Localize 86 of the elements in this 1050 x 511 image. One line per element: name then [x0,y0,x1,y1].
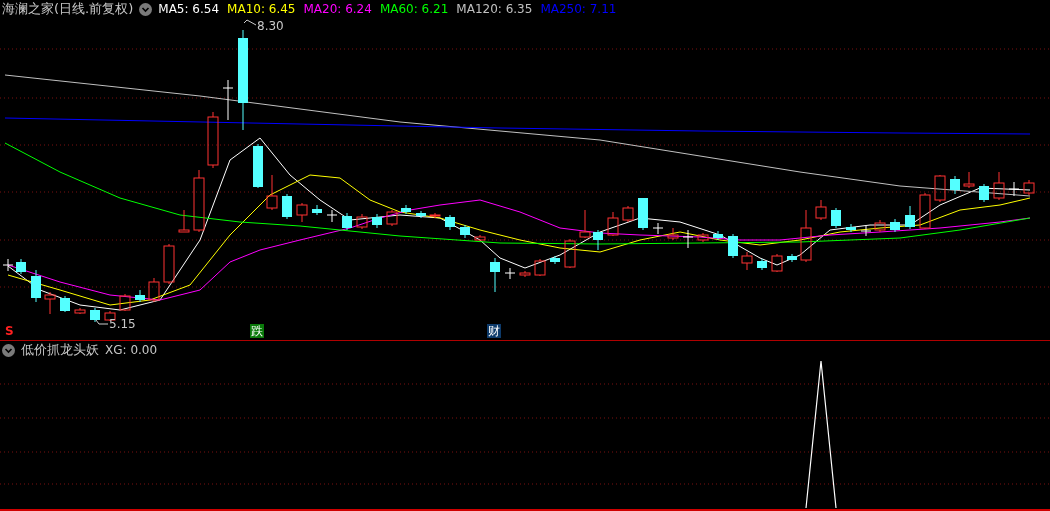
candlestick [697,232,709,243]
moving-average-value: MA20: 6.24 [303,2,372,16]
candlestick [800,209,812,263]
chart-title: 海澜之家(日线.前复权) [2,0,134,18]
leader-line [243,19,257,26]
candlestick [207,111,219,169]
high-price-label: 8.30 [257,19,284,33]
indicator-value: XG: 0.00 [105,343,158,357]
candlestick [846,223,856,233]
candlestick [31,269,41,303]
candlestick [326,209,338,223]
candlestick [979,183,989,203]
candlestick [253,143,263,189]
candlestick [135,289,145,303]
candlestick [787,253,797,263]
indicator-title: 低价抓龙头妖 [21,341,99,359]
candlestick [119,293,131,312]
candlestick [386,209,398,227]
candlestick [607,211,619,237]
candlestick [460,224,470,239]
candlestick [148,277,160,303]
candlestick [178,209,190,233]
candlestick [90,307,100,323]
candlestick [815,199,827,221]
chart-marker[interactable]: 跌 [250,324,264,338]
candlestick [474,234,486,242]
candlestick [905,205,915,230]
candlestick [713,230,723,241]
candlestick [16,258,26,275]
candlestick [266,174,278,211]
candlestick [312,204,322,216]
candlestick [296,202,308,223]
candlestick [504,267,516,280]
candlestick [622,205,634,223]
candlestick [60,295,70,313]
candlestick [771,253,783,273]
candlestick [193,169,205,233]
candlestick [445,214,455,231]
candlestick [564,238,576,269]
chart-marker[interactable]: S [4,324,15,338]
moving-average-value: MA5: 6.54 [158,2,220,16]
candlestick [682,229,694,249]
candlestick [416,210,426,219]
candlestick [757,258,767,271]
candlestick [282,193,292,220]
moving-average-value: MA60: 6.21 [379,2,449,16]
candlestick [593,229,603,251]
low-price-label: 5.15 [109,317,136,331]
candlestick [1023,179,1035,196]
candlestick [490,257,500,293]
candlestick [519,270,531,278]
candlestick [652,222,664,235]
candlestick [728,233,738,259]
candlestick [874,219,886,233]
candlestick [638,197,648,231]
dropdown-icon[interactable] [2,343,15,357]
dropdown-icon[interactable] [139,2,153,16]
candlestick [963,171,975,189]
candlestick [1008,181,1020,197]
candlestick [74,307,86,315]
chart-marker[interactable]: 财 [487,324,501,338]
candlestick [831,207,841,229]
candlestick [934,174,946,203]
candlestick [356,213,368,230]
candlestick [342,212,352,231]
candlestick [919,192,931,230]
candlestick [993,171,1005,201]
candlestick [401,204,411,215]
candlestick [372,213,382,229]
candlestick [429,212,441,219]
moving-average-value: MA10: 6.45 [227,2,296,16]
candlestick [163,243,175,285]
candlestick [741,251,753,271]
candlestick [550,255,560,265]
candlestick [860,225,872,237]
candlestick [2,258,14,272]
moving-average-value: MA120: 6.35 [456,2,533,16]
candlestick [222,79,234,121]
candlestick [950,175,960,195]
moving-average-value: MA250: 7.11 [540,2,617,16]
candlestick [534,258,546,277]
candlestick [890,218,900,233]
leader-line [95,319,109,325]
candlestick [667,227,679,241]
candlestick [579,209,591,239]
candlestick [44,291,56,315]
